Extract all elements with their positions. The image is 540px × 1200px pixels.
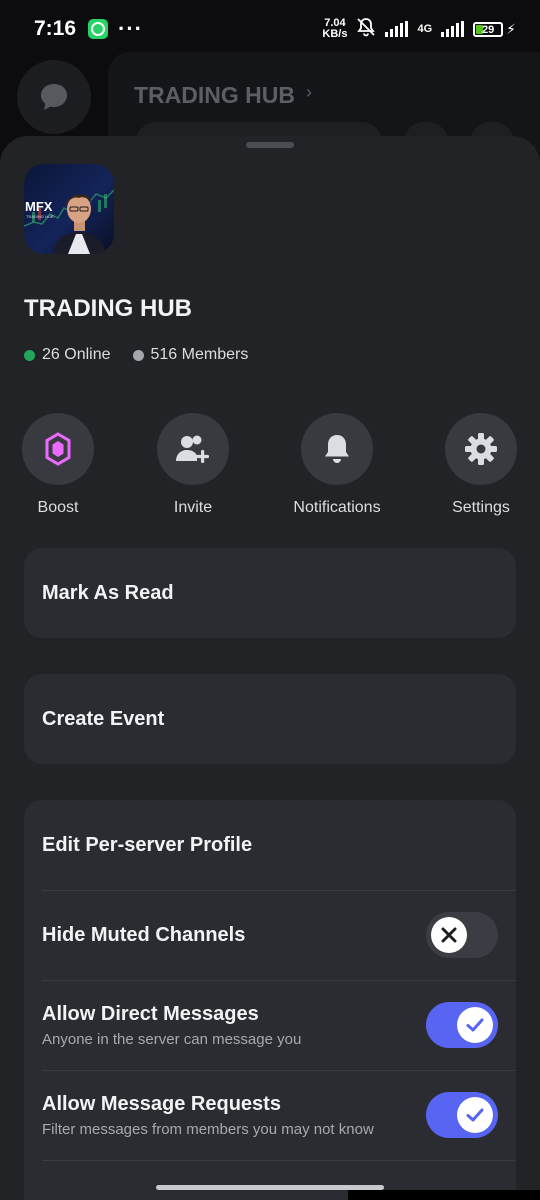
allow-requests-label: Allow Message Requests (42, 1092, 281, 1115)
corner-overlay (348, 1190, 540, 1200)
bell-icon (325, 435, 349, 463)
invite-button[interactable]: Invite (138, 413, 248, 517)
divider (42, 1160, 516, 1161)
divider (42, 1070, 516, 1071)
create-event-card[interactable]: Create Event (24, 674, 516, 764)
allow-dm-label: Allow Direct Messages (42, 1002, 259, 1025)
server-name: TRADING HUB (24, 295, 192, 322)
server-stats: 26 Online 516 Members (24, 346, 270, 364)
drag-handle[interactable] (246, 142, 294, 148)
signal-strength-2-icon (441, 21, 465, 37)
settings-circle[interactable] (445, 413, 517, 485)
allow-requests-text: Allow Message Requests Filter messages f… (42, 1093, 374, 1138)
online-dot-icon (24, 349, 35, 361)
status-time: 7:16 (34, 17, 77, 40)
members-dot-icon (132, 349, 144, 361)
allow-requests-row[interactable]: Allow Message Requests Filter messages f… (24, 1070, 516, 1160)
server-icon-brand: MFX (25, 199, 53, 214)
allow-requests-toggle[interactable] (426, 1092, 498, 1138)
edit-profile-row[interactable]: Edit Per-server Profile (24, 800, 516, 890)
mark-as-read-label: Mark As Read (42, 581, 174, 604)
server-icon-tagline: TRADING HUB (26, 214, 54, 219)
screen: 7:16 ··· 7.04 KB/s 4G 29 ⚡ TRADING HUB ›… (0, 0, 540, 1200)
network-type: 4G (417, 23, 433, 35)
create-event-row[interactable]: Create Event (24, 674, 516, 764)
battery-level: 29 (482, 23, 495, 36)
mark-as-read-card[interactable]: Mark As Read (24, 548, 516, 638)
hide-muted-label: Hide Muted Channels (42, 923, 246, 946)
edit-profile-label: Edit Per-server Profile (42, 833, 253, 856)
network-speed-unit: KB/s (322, 28, 348, 40)
toggle-knob (457, 1097, 493, 1133)
toggle-knob (457, 1007, 493, 1043)
more-notifications-icon: ··· (118, 16, 144, 41)
gear-icon (465, 433, 497, 465)
settings-button[interactable]: Settings (426, 413, 536, 517)
check-icon (466, 1018, 484, 1032)
notifications-circle[interactable] (301, 413, 373, 485)
invite-label: Invite (173, 499, 213, 516)
allow-dm-text: Allow Direct Messages Anyone in the serv… (42, 1003, 301, 1048)
battery-icon: 29 ⚡ (473, 21, 516, 38)
direct-messages-icon (17, 60, 91, 134)
boost-label: Boost (37, 499, 79, 516)
allow-requests-description: Filter messages from members you may not… (42, 1120, 374, 1138)
divider (42, 980, 516, 981)
chevron-right-icon: › (306, 82, 312, 102)
notifications-button[interactable]: Notifications (282, 413, 392, 517)
signal-strength-icon (385, 21, 409, 37)
online-label: 26 Online (42, 346, 111, 363)
quick-actions: Boost Invite Notifications Settings (0, 413, 540, 523)
mark-as-read-row[interactable]: Mark As Read (24, 548, 516, 638)
server-menu-sheet: MFX TRADING HUB TRADING HUB 26 Online 51… (0, 136, 540, 1200)
invite-person-icon (176, 435, 209, 463)
divider (42, 890, 516, 891)
status-right: 7.04 KB/s 4G 29 ⚡ (322, 17, 516, 42)
hide-muted-row[interactable]: Hide Muted Channels (24, 890, 516, 980)
boost-button[interactable]: Boost (3, 413, 113, 517)
gesture-bar[interactable] (156, 1185, 384, 1190)
notifications-label: Notifications (293, 499, 381, 516)
whatsapp-notification-icon (88, 19, 109, 39)
check-icon (466, 1108, 484, 1122)
boost-gem-icon (45, 432, 71, 466)
member-count: 516 Members (132, 346, 249, 364)
members-label: 516 Members (150, 346, 249, 363)
notifications-off-icon (356, 17, 376, 42)
toggle-knob (431, 917, 467, 953)
allow-dm-description: Anyone in the server can message you (42, 1030, 302, 1048)
create-event-label: Create Event (42, 707, 165, 730)
server-settings-card: Edit Per-server Profile Hide Muted Chann… (24, 800, 516, 1200)
network-speed: 7.04 KB/s (322, 18, 347, 40)
hide-muted-toggle[interactable] (426, 912, 498, 958)
x-icon (441, 927, 457, 943)
background-server-title: TRADING HUB (134, 82, 295, 108)
invite-circle[interactable] (157, 413, 229, 485)
settings-label: Settings (452, 499, 510, 516)
status-bar: 7:16 ··· 7.04 KB/s 4G 29 ⚡ (0, 0, 540, 58)
online-count: 26 Online (24, 346, 111, 364)
boost-circle[interactable] (22, 413, 94, 485)
allow-dm-row[interactable]: Allow Direct Messages Anyone in the serv… (24, 980, 516, 1070)
charging-icon: ⚡ (506, 20, 516, 37)
allow-dm-toggle[interactable] (426, 1002, 498, 1048)
